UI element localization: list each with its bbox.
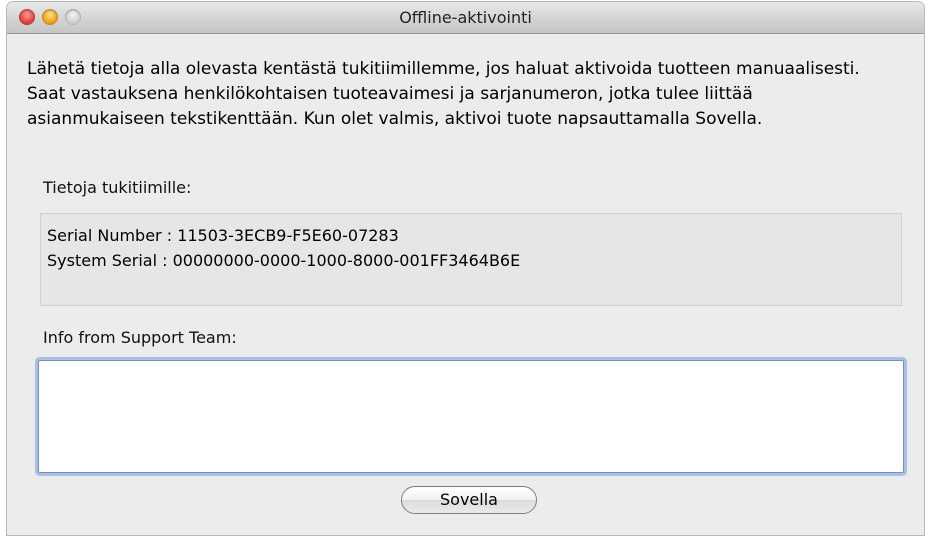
serial-number-line: Serial Number : 11503-3ECB9-F5E60-07283: [47, 226, 399, 245]
apply-button[interactable]: Sovella: [401, 486, 537, 514]
title-bar[interactable]: Offline-aktivointi: [7, 2, 924, 34]
info-for-support-label: Tietoja tukitiimille:: [43, 178, 192, 197]
window-title: Offline-aktivointi: [399, 8, 532, 27]
info-from-support-label: Info from Support Team:: [43, 328, 237, 347]
system-serial-line: System Serial : 00000000-0000-1000-8000-…: [47, 251, 521, 270]
offline-activation-window: Offline-aktivointi Lähetä tietoja alla o…: [7, 2, 924, 535]
instructions-text: Lähetä tietoja alla olevasta kentästä tu…: [27, 59, 860, 129]
support-info-input[interactable]: [38, 360, 904, 473]
serial-info-box: Serial Number : 11503-3ECB9-F5E60-07283 …: [40, 213, 902, 306]
